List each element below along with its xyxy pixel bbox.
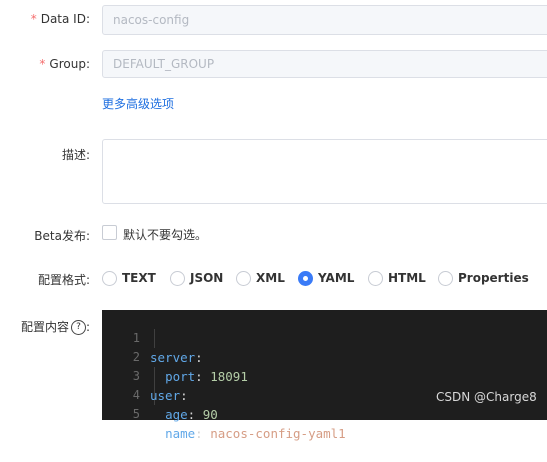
line-content: server: bbox=[150, 348, 203, 367]
radio-text[interactable]: TEXT bbox=[102, 269, 156, 287]
yaml-value: 18091 bbox=[210, 369, 248, 384]
required-mark: * bbox=[39, 57, 46, 71]
yaml-key: name bbox=[165, 426, 196, 441]
radio-properties[interactable]: Properties bbox=[438, 269, 529, 287]
radio-html[interactable]: HTML bbox=[368, 269, 426, 287]
format-label: 配置格式: bbox=[37, 273, 90, 287]
radio-label: TEXT bbox=[122, 271, 156, 285]
yaml-sep: : bbox=[180, 388, 188, 403]
description-textarea[interactable] bbox=[102, 139, 547, 204]
line-content: user: bbox=[150, 386, 188, 405]
required-mark: * bbox=[30, 12, 37, 26]
code-line: 3 user: bbox=[102, 348, 188, 403]
yaml-value: nacos-config-yaml1 bbox=[210, 426, 346, 441]
content-label-colon: : bbox=[85, 320, 90, 334]
code-line: 4 age: 90 bbox=[102, 367, 218, 422]
advanced-options-link[interactable]: 更多高级选项 bbox=[102, 95, 174, 112]
radio-circle bbox=[236, 270, 251, 286]
data-id-input[interactable]: nacos-config bbox=[102, 5, 547, 35]
question-circle-icon[interactable]: ? bbox=[70, 320, 86, 335]
code-line: 2 port: 18091 bbox=[102, 329, 248, 384]
radio-label: HTML bbox=[388, 271, 426, 285]
line-content: name: nacos-config-yaml1 bbox=[150, 424, 346, 443]
yaml-key: port bbox=[165, 369, 196, 384]
beta-label: Beta发布: bbox=[34, 229, 90, 243]
group-label: * Group: bbox=[39, 57, 90, 71]
beta-checkbox-label[interactable]: 默认不要勾选。 bbox=[123, 226, 207, 243]
radio-circle bbox=[368, 270, 383, 286]
line-content: port: 18091 bbox=[150, 367, 248, 386]
yaml-key: server bbox=[150, 350, 196, 365]
radio-circle bbox=[102, 270, 117, 286]
code-line: 1 server: bbox=[102, 310, 203, 365]
yaml-key: user bbox=[150, 388, 181, 403]
radio-label: XML bbox=[256, 271, 285, 285]
radio-circle bbox=[170, 270, 185, 286]
yaml-sep: : bbox=[195, 426, 211, 441]
radio-label: YAML bbox=[318, 271, 355, 285]
data-id-label: * Data ID: bbox=[31, 12, 90, 26]
radio-xml[interactable]: XML bbox=[236, 269, 285, 287]
content-label-text: 配置内容 bbox=[20, 320, 69, 334]
content-label: 配置内容?: bbox=[21, 318, 90, 335]
radio-yaml[interactable]: YAML bbox=[298, 269, 354, 287]
data-id-label-text: Data ID: bbox=[40, 12, 90, 26]
watermark: CSDN @Charge8 bbox=[436, 390, 537, 404]
group-value: DEFAULT_GROUP bbox=[113, 57, 215, 71]
description-label: 描述: bbox=[61, 148, 90, 162]
code-line: 5 name: nacos-config-yaml1 bbox=[102, 386, 346, 441]
beta-checkbox[interactable] bbox=[102, 225, 117, 240]
data-id-value: nacos-config bbox=[113, 13, 190, 27]
radio-label: Properties bbox=[458, 271, 529, 285]
yaml-sep: : bbox=[195, 350, 203, 365]
radio-label: JSON bbox=[190, 271, 224, 285]
radio-json[interactable]: JSON bbox=[170, 269, 223, 287]
radio-circle-selected bbox=[298, 270, 313, 286]
group-input[interactable]: DEFAULT_GROUP bbox=[102, 50, 547, 78]
yaml-sep: : bbox=[195, 369, 211, 384]
radio-circle bbox=[438, 270, 453, 286]
group-label-text: Group: bbox=[49, 57, 90, 71]
indent-guide bbox=[154, 329, 155, 348]
